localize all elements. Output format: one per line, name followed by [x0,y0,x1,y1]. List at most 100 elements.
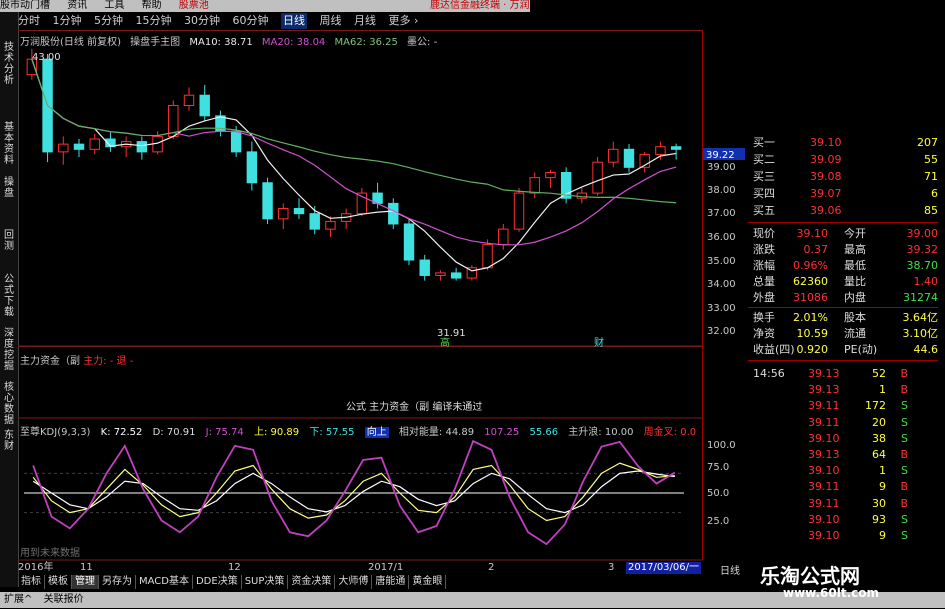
kdj-lines [24,439,684,546]
indicator-tab[interactable]: 资金决策 [288,575,336,589]
candle-body [655,146,666,155]
cursor-date: 2017/03/06/一 [626,562,702,574]
trade-side: S [901,415,908,429]
indicator-tab[interactable]: SUP决策 [242,575,289,589]
trade-row: 39.10 38 S [748,431,938,447]
quote-row: 现价 39.10 今开 39.00 [748,226,938,242]
trade-price: 39.13 [808,367,840,380]
candle-body [199,94,210,117]
kdj-v2: 55.66 [529,427,559,438]
quote-value: 39.32 [906,243,939,256]
quote-value: 0.37 [803,243,829,256]
trade-volume: 9 [879,480,886,494]
trade-price: 39.11 [808,399,840,413]
bid-row[interactable]: 买四 39.07 6 [748,186,938,202]
bid-label: 买一 [753,136,775,149]
kdj-v1: 107.25 [484,427,520,438]
formula-error-message: 公式 主力资金（副 编译未通过 [346,402,483,413]
trade-side: B [900,448,908,461]
kdj-j: J: 75.74 [205,427,244,438]
indicator-tab[interactable]: MACD基本 [136,575,193,589]
candle-body [482,244,493,269]
bid-volume: 6 [931,187,938,200]
watermark-url: www.60lt.com [783,586,880,600]
trade-row: 39.13 52 B [748,366,938,382]
kdj-up: 上: 90.89 [253,427,300,438]
bid-row[interactable]: 买三 39.08 71 [748,169,938,185]
candle-body [309,213,320,230]
date-tick: 3 [608,562,615,573]
cai-label: 财 [594,336,604,349]
bid-row[interactable]: 买五 39.06 85 [748,203,938,219]
quote-value: 39.00 [906,227,939,240]
candle-body [623,148,635,168]
trade-row: 39.11 172 S [748,398,938,414]
candle-body [435,272,446,276]
quote-value: 0.96% [793,259,828,272]
quote-label: 收益(四) [753,343,795,356]
quote-value: 0.920 [796,343,829,356]
quote-value: 10.59 [796,327,829,340]
quote-value: 39.10 [796,227,829,240]
quote-row: 外盘 31086 内盘 31274 [748,290,938,306]
related-quote-tab[interactable]: 关联报价 [40,592,88,608]
quote-label: 涨跌 [753,243,775,256]
trade-price: 39.10 [808,512,840,526]
bid-label: 买三 [753,170,775,183]
bid-row[interactable]: 买二 39.09 55 [748,152,938,168]
price-tick: 39.00 [707,162,736,173]
quote-value: 62360 [793,275,828,288]
trade-volume: 38 [872,431,886,445]
candle-body [450,272,462,279]
kdj-down: 下: 57.55 [309,427,355,438]
quote-row: 净资 10.59 流通 3.10亿 [748,326,938,342]
indicator-tab-selected[interactable]: 管理 [72,575,99,589]
quote-row: 总量 62360 量比 1.40 [748,274,938,290]
candle-body [262,182,273,220]
candle-body [529,177,540,194]
trade-volume: 172 [865,399,886,413]
candle-body [670,146,682,150]
trade-price: 39.13 [808,448,840,461]
indicator-tab[interactable]: 指标 [18,575,45,589]
kdj-d: D: 70.91 [152,427,196,438]
separator [748,222,938,223]
quote-label: 净资 [753,327,775,340]
candle-body [403,223,415,261]
indicator-tab[interactable]: 唐能通 [372,575,410,589]
indicator-tab[interactable]: DDE决策 [193,575,242,589]
trade-volume: 9 [879,529,886,542]
indicator-tab[interactable]: 另存为 [99,575,136,589]
trade-price: 39.11 [808,496,840,510]
quote-label: 量比 [844,275,866,288]
trade-volume: 30 [872,496,886,510]
candle-body [73,143,85,150]
indicator-tab[interactable]: 大师傅 [335,575,373,589]
expand-button[interactable]: 扩展^ [0,592,36,608]
kdj-gold: 周金叉: 0.0 [643,427,697,438]
trade-price: 39.13 [808,383,840,397]
trade-volume: 1 [879,383,886,397]
quote-label: 现价 [753,227,775,240]
candle-body [388,202,399,225]
high-price-label: 43.00 [32,52,61,63]
trade-volume: 20 [872,415,886,429]
candle-body [498,228,509,246]
indicator-tab[interactable]: 黄金眼 [409,575,447,589]
price-axis: 39.00 38.00 37.00 36.00 35.00 34.00 33.0… [702,30,749,560]
quote-value: 31274 [903,291,938,304]
bid-row[interactable]: 买一 39.10 207 [748,135,938,151]
bid-label: 买四 [753,187,775,200]
price-tick: 32.00 [707,326,736,337]
candles [26,48,682,281]
trade-row: 39.13 64 B [748,447,938,463]
quote-row: 涨跌 0.37 最高 39.32 [748,242,938,258]
kdj-tick: 75.0 [707,462,730,473]
date-axis: 2016年 11 12 2017/1 2 3 2017/03/06/一 [18,562,702,574]
candle-body [230,130,242,153]
quote-label: 外盘 [753,291,775,304]
trade-row: 39.11 20 S [748,415,938,431]
indicator-tab[interactable]: 模板 [45,575,72,589]
date-tick: 2016年 [18,562,54,573]
trade-volume: 93 [872,512,886,526]
